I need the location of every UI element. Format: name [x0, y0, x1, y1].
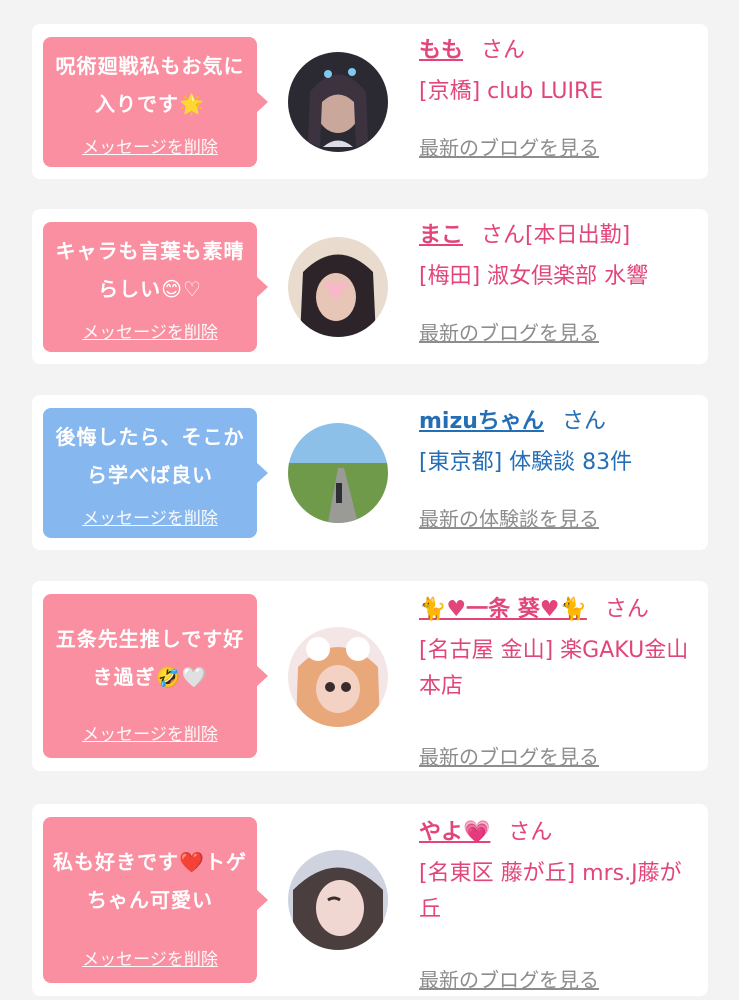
latest-blog-link[interactable]: 最新のブログを見る: [419, 741, 599, 770]
avatar[interactable]: [288, 850, 388, 950]
latest-blog-link[interactable]: 最新のブログを見る: [419, 317, 599, 346]
message-text: 私も好きです❤️トゲちゃん可愛い: [53, 850, 247, 912]
delete-message-link[interactable]: メッセージを削除: [43, 133, 257, 158]
user-name-link[interactable]: mizuちゃん: [419, 409, 544, 434]
avatar-image: [288, 52, 388, 152]
message-card: 私も好きです❤️トゲちゃん可愛い メッセージを削除 やよ💗 さん [名東区 藤が丘…: [32, 804, 708, 996]
message-bubble: 呪術廻戦私もお気に入りです🌟 メッセージを削除: [43, 37, 268, 167]
honorific: さん[本日出勤]: [481, 223, 631, 248]
avatar-image: [288, 237, 388, 337]
delete-message-link[interactable]: メッセージを削除: [43, 318, 257, 343]
message-card: 五条先生推しです好き過ぎ🤣🤍 メッセージを削除 🐈♥一条 葵♥🐈 さん [名古屋 …: [32, 581, 708, 771]
honorific: さん: [604, 597, 649, 622]
honorific: さん: [561, 409, 606, 434]
honorific: さん: [481, 38, 526, 63]
latest-blog-link[interactable]: 最新のブログを見る: [419, 132, 599, 161]
honorific: さん: [508, 820, 553, 845]
avatar-image: [288, 423, 388, 523]
message-bubble: 五条先生推しです好き過ぎ🤣🤍 メッセージを削除: [43, 594, 268, 758]
user-info: 🐈♥一条 葵♥🐈 さん [名古屋 金山] 楽GAKU金山本店 最新のブログを見る: [419, 595, 698, 769]
shop-info: [東京都] 体験談 83件: [419, 450, 633, 475]
message-text: 呪術廻戦私もお気に入りです🌟: [55, 54, 245, 116]
avatar-image: [288, 850, 388, 950]
user-info: まこ さん[本日出勤] [梅田] 淑女倶楽部 水響 最新のブログを見る: [419, 221, 698, 345]
user-info: やよ💗 さん [名東区 藤が丘] mrs.J藤が丘 最新のブログを見る: [419, 818, 698, 992]
user-info: もも さん [京橋] club LUIRE 最新のブログを見る: [419, 36, 698, 160]
shop-info: [名東区 藤が丘] mrs.J藤が丘: [419, 861, 682, 922]
latest-review-link[interactable]: 最新の体験談を見る: [419, 503, 599, 532]
message-text: 五条先生推しです好き過ぎ🤣🤍: [55, 627, 245, 689]
user-name-link[interactable]: やよ💗: [419, 820, 490, 845]
shop-info: [梅田] 淑女倶楽部 水響: [419, 264, 649, 289]
avatar[interactable]: [288, 237, 388, 337]
message-bubble: 後悔したら、そこから学べば良い メッセージを削除: [43, 408, 268, 538]
shop-info: [京橋] club LUIRE: [419, 79, 604, 104]
user-name-link[interactable]: まこ: [419, 223, 463, 248]
avatar[interactable]: [288, 52, 388, 152]
user-info: mizuちゃん さん [東京都] 体験談 83件 最新の体験談を見る: [419, 407, 698, 531]
message-bubble: 私も好きです❤️トゲちゃん可愛い メッセージを削除: [43, 817, 268, 983]
message-text: 後悔したら、そこから学べば良い: [55, 425, 245, 487]
avatar[interactable]: [288, 423, 388, 523]
delete-message-link[interactable]: メッセージを削除: [43, 504, 257, 529]
delete-message-link[interactable]: メッセージを削除: [43, 945, 257, 970]
message-card: 呪術廻戦私もお気に入りです🌟 メッセージを削除 もも さん [京橋] club L…: [32, 24, 708, 179]
message-card: キャラも言葉も素晴らしい😊♡ メッセージを削除 まこ さん[本日出勤] [梅田] …: [32, 209, 708, 364]
delete-message-link[interactable]: メッセージを削除: [43, 720, 257, 745]
shop-info: [名古屋 金山] 楽GAKU金山本店: [419, 638, 689, 699]
message-card: 後悔したら、そこから学べば良い メッセージを削除 mizuちゃん さん [東京都]…: [32, 395, 708, 550]
user-name-link[interactable]: 🐈♥一条 葵♥🐈: [419, 597, 587, 622]
user-name-link[interactable]: もも: [419, 38, 463, 63]
avatar[interactable]: [288, 627, 388, 727]
message-text: キャラも言葉も素晴らしい😊♡: [55, 239, 245, 301]
message-bubble: キャラも言葉も素晴らしい😊♡ メッセージを削除: [43, 222, 268, 352]
avatar-image: [288, 627, 388, 727]
latest-blog-link[interactable]: 最新のブログを見る: [419, 964, 599, 993]
